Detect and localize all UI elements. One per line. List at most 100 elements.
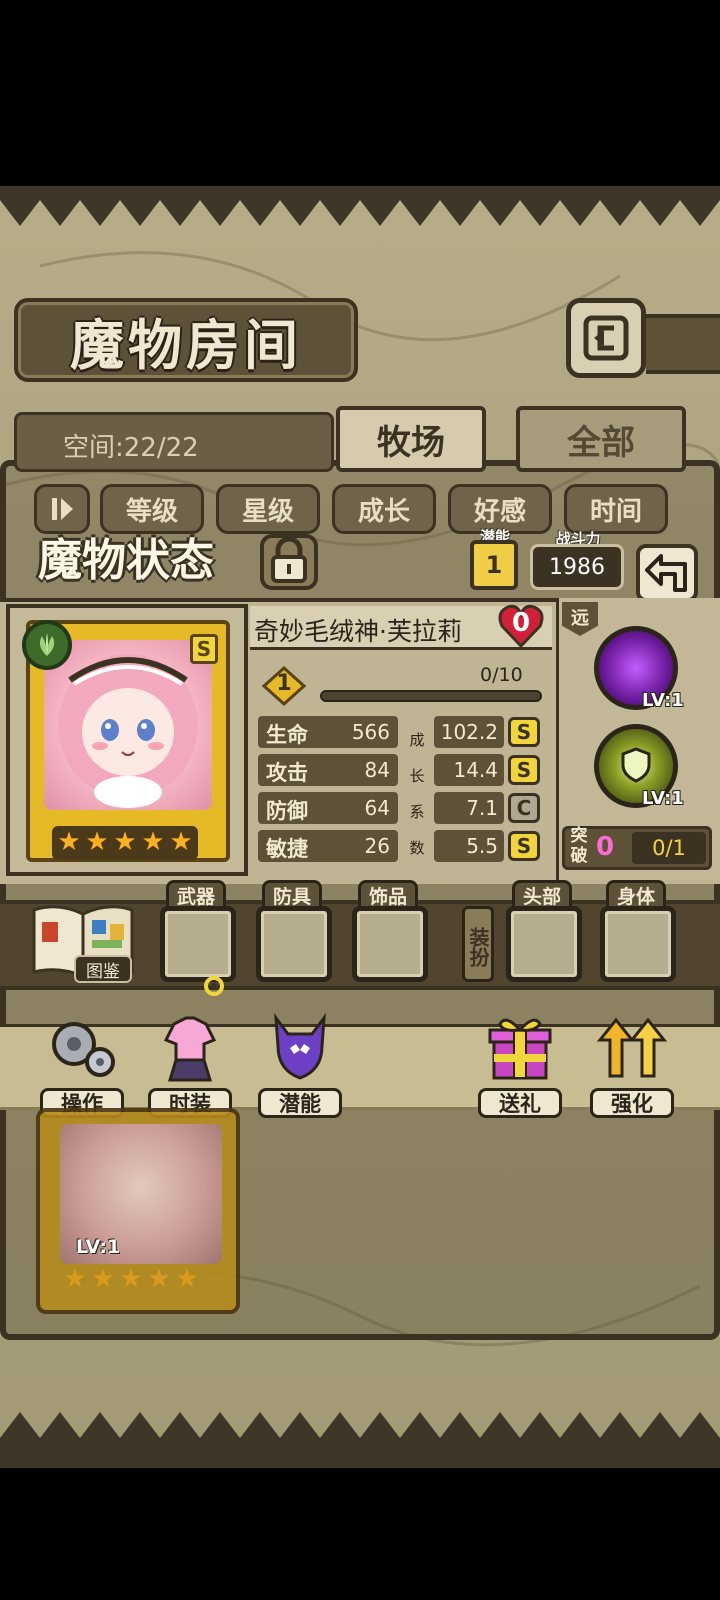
stat-value: 26 — [364, 834, 390, 858]
star-icon: ★ — [63, 1264, 87, 1294]
growth-agility: 5.5 — [434, 830, 504, 862]
armor-slot[interactable] — [256, 906, 332, 982]
stat-agility: 敏捷 26 — [258, 830, 398, 862]
affection-heart[interactable]: 0 — [496, 602, 546, 650]
exp-bar — [320, 690, 542, 702]
exp-text: 0/10 — [480, 664, 523, 686]
gear-icon — [52, 1022, 115, 1077]
page-title: 魔物房间 — [70, 313, 302, 377]
monster-list-level: LV:1 — [76, 1236, 121, 1258]
return-arrow-icon — [645, 554, 687, 592]
body-slot[interactable] — [600, 906, 676, 982]
power-value: 1986 — [530, 544, 624, 590]
star-icon: ★ — [119, 1264, 143, 1294]
star-icon: ★ — [91, 1264, 115, 1294]
sort-toggle-icon — [52, 498, 73, 520]
stat-label: 防御 — [266, 799, 308, 823]
lock-icon[interactable] — [258, 530, 320, 592]
sort-time-button[interactable]: 时间 — [564, 484, 668, 534]
breakthrough-value: 0 — [596, 832, 615, 862]
monster-portrait — [44, 640, 212, 810]
game-screen: 魔物房间 空间:22/22 牧场 全部 等级 星级 成长 好感 时间 魔物状态 — [0, 0, 720, 1600]
star-icon: ★ — [113, 827, 137, 857]
growth-char: 长 — [409, 767, 425, 785]
star-icon: ★ — [147, 1264, 171, 1294]
stat-label: 生命 — [266, 723, 308, 747]
growth-value: 14.4 — [453, 758, 498, 782]
grade-badge: S — [508, 831, 540, 861]
gift-icon — [488, 1018, 552, 1080]
gift-button[interactable]: 送礼 — [478, 1010, 562, 1118]
head-slot[interactable] — [506, 906, 582, 982]
demon-icon — [274, 1013, 326, 1080]
sort-growth-button[interactable]: 成长 — [332, 484, 436, 534]
growth-hp: 102.2 — [434, 716, 504, 748]
growth-value: 5.5 — [466, 834, 498, 858]
dress-icon — [163, 1016, 217, 1082]
grade-badge: S — [508, 755, 540, 785]
codex-label[interactable]: 图鉴 — [74, 955, 132, 983]
tab-all[interactable]: 全部 — [516, 406, 686, 472]
costume-pickup-label: 装扮 — [462, 906, 494, 982]
gear-sparkle-icon — [204, 976, 224, 996]
growth-value: 102.2 — [440, 720, 498, 744]
stat-value: 84 — [364, 758, 390, 782]
zigzag-bottom-border — [0, 1412, 720, 1468]
stat-value: 64 — [364, 796, 390, 820]
star-icon: ★ — [175, 1264, 199, 1294]
space-label: 空间:22/22 — [63, 433, 199, 463]
growth-char: 系 — [409, 803, 425, 821]
breakthrough-count: 0/1 — [632, 832, 706, 864]
status-title: 魔物状态 — [38, 535, 214, 586]
stat-hp: 生命 566 — [258, 716, 398, 748]
tab-farm[interactable]: 牧场 — [336, 406, 486, 472]
potential-button[interactable]: 潜能 — [258, 1010, 342, 1118]
growth-attack: 14.4 — [434, 754, 504, 786]
status-back-button[interactable] — [636, 544, 698, 602]
rank-badge: S — [190, 634, 218, 664]
potential-value: 1 — [470, 540, 518, 590]
header-right-plate — [646, 314, 720, 374]
stat-attack: 攻击 84 — [258, 754, 398, 786]
stat-defense: 防御 64 — [258, 792, 398, 824]
star-icon: ★ — [169, 827, 193, 857]
star-icon: ★ — [85, 827, 109, 857]
enhance-label: 强化 — [590, 1088, 674, 1118]
monster-image — [58, 654, 198, 808]
stat-label: 敏捷 — [266, 837, 308, 861]
weapon-slot[interactable] — [160, 906, 236, 982]
level-value: 1 — [276, 671, 292, 696]
growth-defense: 7.1 — [434, 792, 504, 824]
stat-label: 攻击 — [266, 761, 308, 785]
leaf-icon — [39, 633, 55, 656]
back-button[interactable] — [566, 298, 646, 378]
grass-element-icon — [22, 620, 72, 670]
skill-2-level: LV:1 — [642, 788, 684, 809]
affection-value: 0 — [511, 608, 531, 638]
pickup-text: 装扮 — [466, 927, 490, 967]
growth-char: 数 — [409, 839, 425, 857]
gift-label: 送礼 — [478, 1088, 562, 1118]
room-title-plate: 魔物房间 — [14, 298, 358, 382]
breakthrough-label: 突破 — [570, 826, 588, 866]
grade-badge: C — [508, 793, 540, 823]
enhance-button[interactable]: 强化 — [590, 1010, 674, 1118]
potential-action-label: 潜能 — [258, 1088, 342, 1118]
star-icon: ★ — [57, 827, 81, 857]
operate-button[interactable]: 操作 — [40, 1010, 124, 1118]
star-rating: ★ ★ ★ ★ ★ — [52, 826, 198, 860]
growth-value: 7.1 — [466, 796, 498, 820]
monster-list-stars: ★ ★ ★ ★ ★ — [62, 1266, 202, 1300]
skill-1-level: LV:1 — [642, 690, 684, 711]
costume-button[interactable]: 时装 — [148, 1010, 232, 1118]
stat-value: 566 — [351, 720, 390, 744]
zigzag-top-border — [0, 186, 720, 226]
monster-name: 奇妙毛绒神·芙拉莉 — [254, 617, 462, 646]
star-icon: ★ — [141, 827, 165, 857]
back-arrow-icon — [583, 315, 629, 361]
grade-badge: S — [508, 717, 540, 747]
growth-coefficient-label: 成 长 系 数 — [408, 722, 426, 866]
space-counter: 空间:22/22 — [14, 412, 334, 472]
accessory-slot[interactable] — [352, 906, 428, 982]
upgrade-arrows-icon — [596, 1017, 668, 1078]
